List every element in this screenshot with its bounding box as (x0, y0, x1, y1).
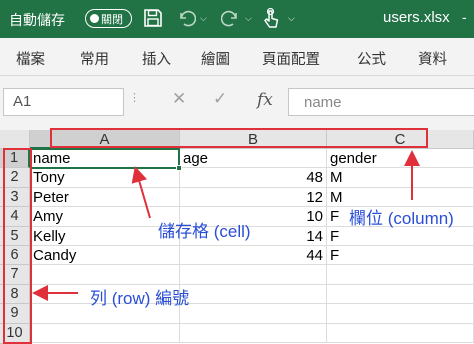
tab-draw[interactable]: 繪圖 (201, 48, 230, 69)
toggle-knob (90, 13, 99, 23)
insert-function-icon[interactable]: fx (257, 90, 273, 110)
name-box-dropdown-icon[interactable]: ⋮ (129, 91, 140, 104)
cell-annotation: 儲存格 (cell) (158, 222, 251, 241)
spreadsheet-grid: A B C 1 2 3 4 5 6 7 8 9 10 name age gend… (0, 128, 474, 344)
redo-dropdown-icon[interactable]: ⌵ (245, 13, 252, 24)
autosave-toggle[interactable]: 關閉 (85, 9, 132, 28)
cell-arrow (131, 166, 151, 219)
tab-data[interactable]: 資料 (418, 48, 447, 69)
customize-qat-icon[interactable]: ⌵ (288, 13, 295, 24)
tab-page-layout[interactable]: 頁面配置 (262, 48, 320, 69)
name-box[interactable]: A1 (3, 88, 124, 116)
tab-file[interactable]: 檔案 (16, 48, 45, 69)
file-name: users.xlsx (383, 9, 450, 26)
autosave-label: 自動儲存 (9, 12, 65, 28)
name-box-value: A1 (13, 93, 32, 110)
redo-icon[interactable] (220, 8, 241, 33)
autosave-state: 關閉 (101, 14, 123, 26)
title-bar: 自動儲存 關閉 ⌵ ⌵ ⌵ users.xlsx - (0, 0, 474, 38)
title-dash: - (462, 9, 467, 25)
undo-dropdown-icon[interactable]: ⌵ (200, 13, 207, 24)
formula-bar: A1 ⋮ ✕ ✓ fx name (0, 76, 474, 130)
touch-mode-icon[interactable] (261, 7, 281, 35)
undo-icon[interactable] (176, 8, 197, 33)
tab-insert[interactable]: 插入 (142, 48, 171, 69)
row-annotation: 列 (row) 編號 (90, 289, 190, 308)
enter-icon[interactable]: ✓ (213, 89, 227, 109)
save-icon[interactable] (143, 8, 163, 33)
ribbon-tabs: 檔案 常用 插入 繪圖 頁面配置 公式 資料 (0, 38, 474, 76)
tab-home[interactable]: 常用 (80, 48, 109, 69)
column-annotation: 欄位 (column) (349, 209, 454, 228)
formula-value: name (304, 94, 342, 111)
formula-input[interactable]: name (288, 88, 474, 116)
cancel-icon[interactable]: ✕ (172, 89, 186, 109)
tab-formulas[interactable]: 公式 (357, 48, 386, 69)
